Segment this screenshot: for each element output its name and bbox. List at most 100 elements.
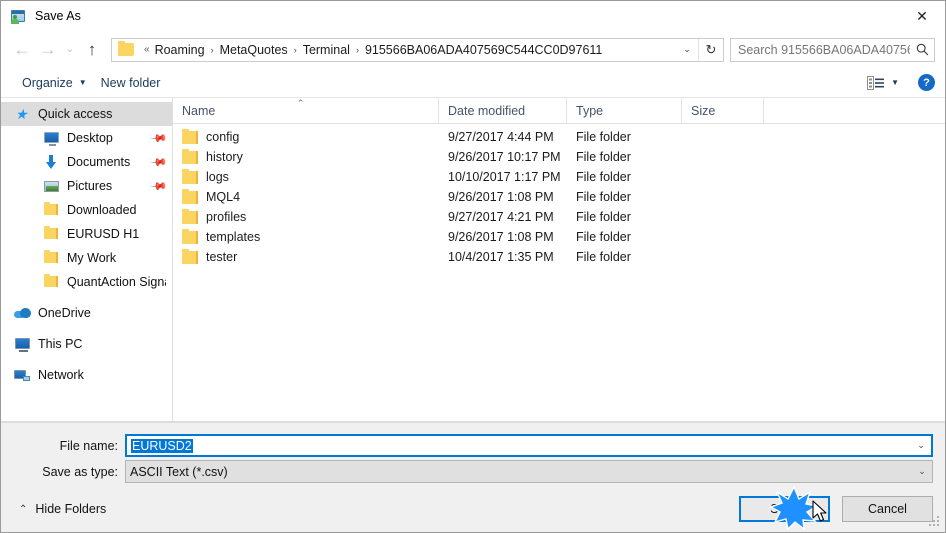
- chevron-right-icon: ›: [355, 44, 359, 55]
- file-date-cell: 10/10/2017 1:17 PM: [448, 170, 561, 184]
- sidebar-item-label: Pictures: [67, 179, 113, 193]
- dialog-body: ★ Quick access Desktop 📌 Documents 📌 Pic…: [1, 98, 945, 422]
- sidebar-item-label: This PC: [38, 337, 83, 351]
- sidebar-item-quantaction-signal[interactable]: QuantAction Signal: [1, 270, 172, 294]
- file-name-cell: config: [173, 128, 439, 144]
- close-icon[interactable]: ✕: [899, 1, 945, 31]
- chevron-right-icon: ›: [293, 44, 297, 55]
- search-box[interactable]: Search 915566BA06ADA40756...: [730, 37, 935, 62]
- save-button[interactable]: Save: [739, 496, 830, 522]
- help-button[interactable]: ?: [918, 74, 935, 91]
- sidebar-item-onedrive[interactable]: OneDrive: [1, 301, 172, 325]
- up-button[interactable]: ↑: [79, 37, 105, 63]
- table-row[interactable]: history 9/26/2017 10:17 PM File folder: [173, 147, 945, 167]
- chevron-up-icon: ⌃: [19, 503, 28, 515]
- file-name-label: File name:: [59, 438, 118, 453]
- file-name-label: config: [206, 130, 240, 144]
- pin-icon: 📌: [149, 177, 168, 196]
- breadcrumb-item-roaming[interactable]: Roaming: [155, 43, 205, 57]
- save-as-type-select[interactable]: ASCII Text (*.csv) ⌄: [125, 460, 933, 483]
- breadcrumb-item-instance[interactable]: 915566BA06ADA407569C544CC0D97611: [365, 43, 602, 57]
- save-form: File name: EURUSD2 ⌄ Save as type: ASCII…: [1, 422, 945, 486]
- recent-locations-button[interactable]: ⌄: [61, 37, 79, 63]
- onedrive-icon: [14, 305, 31, 321]
- column-header-size[interactable]: Size: [682, 98, 764, 123]
- hide-folders-button[interactable]: ⌃ Hide Folders: [11, 502, 106, 516]
- file-name-cell: templates: [173, 228, 439, 244]
- search-icon: [910, 43, 934, 56]
- chevron-down-icon[interactable]: ⌄: [676, 44, 698, 55]
- file-name-cell: MQL4: [173, 188, 439, 204]
- file-date-cell: 9/26/2017 1:08 PM: [448, 190, 554, 204]
- file-name-label: logs: [206, 170, 229, 184]
- file-type-cell: File folder: [576, 190, 631, 204]
- resize-grip[interactable]: [929, 516, 941, 528]
- refresh-icon[interactable]: ↻: [698, 38, 723, 61]
- sidebar-item-quick-access[interactable]: ★ Quick access: [1, 102, 172, 126]
- new-folder-label: New folder: [100, 75, 161, 90]
- chevron-down-icon[interactable]: ⌄: [912, 466, 932, 477]
- folder-icon: [43, 226, 60, 242]
- network-icon: [14, 367, 31, 383]
- title-bar: Save As ✕: [1, 1, 945, 31]
- folder-icon: [182, 248, 198, 264]
- sidebar-item-eurusd-h1[interactable]: EURUSD H1: [1, 222, 172, 246]
- view-mode-button[interactable]: ▼: [862, 72, 904, 94]
- search-input[interactable]: Search 915566BA06ADA40756...: [731, 43, 910, 57]
- forward-button[interactable]: →: [35, 37, 61, 63]
- sidebar-item-this-pc[interactable]: This PC: [1, 332, 172, 356]
- table-row[interactable]: templates 9/26/2017 1:08 PM File folder: [173, 227, 945, 247]
- column-header-label: Size: [691, 103, 716, 118]
- table-row[interactable]: profiles 9/27/2017 4:21 PM File folder: [173, 207, 945, 227]
- file-name-cell: tester: [173, 248, 439, 264]
- file-name-cell: profiles: [173, 208, 439, 224]
- file-name-cell: logs: [173, 168, 439, 184]
- breadcrumb-overflow-icon[interactable]: «: [144, 44, 150, 55]
- save-as-dialog: Save As ✕ ← → ⌄ ↑ « Roaming › MetaQuotes…: [0, 0, 946, 533]
- pin-icon: 📌: [149, 153, 168, 172]
- folder-icon: [182, 188, 198, 204]
- cancel-button[interactable]: Cancel: [842, 496, 933, 522]
- column-header-label: Date modified: [448, 103, 526, 118]
- column-headers: Name ⌃ Date modified Type Size: [173, 98, 945, 124]
- organize-button[interactable]: Organize ▼: [15, 72, 94, 94]
- sort-ascending-icon: ⌃: [297, 98, 305, 108]
- sidebar-item-pictures[interactable]: Pictures 📌: [1, 174, 172, 198]
- sidebar-item-label: Desktop: [67, 131, 113, 145]
- file-name-value-wrap: EURUSD2: [127, 438, 911, 453]
- file-name-input[interactable]: EURUSD2 ⌄: [125, 434, 933, 457]
- sidebar-item-label: OneDrive: [38, 306, 91, 320]
- address-bar[interactable]: « Roaming › MetaQuotes › Terminal › 9155…: [111, 37, 724, 62]
- file-date-cell: 9/27/2017 4:21 PM: [448, 210, 554, 224]
- chevron-down-icon[interactable]: ⌄: [911, 440, 931, 451]
- table-row[interactable]: config 9/27/2017 4:44 PM File folder: [173, 127, 945, 147]
- sidebar-item-network[interactable]: Network: [1, 363, 172, 387]
- file-name-label: history: [206, 150, 243, 164]
- folder-icon: [182, 208, 198, 224]
- new-folder-button[interactable]: New folder: [94, 72, 168, 94]
- folder-icon: [182, 228, 198, 244]
- table-row[interactable]: MQL4 9/26/2017 1:08 PM File folder: [173, 187, 945, 207]
- column-header-name[interactable]: Name ⌃: [173, 98, 439, 123]
- folder-icon: [43, 274, 60, 290]
- file-type-cell: File folder: [576, 130, 631, 144]
- table-row[interactable]: tester 10/4/2017 1:35 PM File folder: [173, 247, 945, 267]
- sidebar-item-label: Network: [38, 368, 84, 382]
- column-header-date-modified[interactable]: Date modified: [439, 98, 567, 123]
- table-row[interactable]: logs 10/10/2017 1:17 PM File folder: [173, 167, 945, 187]
- back-button[interactable]: ←: [9, 37, 35, 63]
- sidebar-item-my-work[interactable]: My Work: [1, 246, 172, 270]
- sidebar-item-desktop[interactable]: Desktop 📌: [1, 126, 172, 150]
- chevron-down-icon: ▼: [891, 78, 899, 87]
- sidebar-item-downloaded[interactable]: Downloaded: [1, 198, 172, 222]
- breadcrumb-item-terminal[interactable]: Terminal: [303, 43, 350, 57]
- breadcrumb-item-metaquotes[interactable]: MetaQuotes: [220, 43, 288, 57]
- folder-icon: [182, 128, 198, 144]
- navigation-bar: ← → ⌄ ↑ « Roaming › MetaQuotes › Termina…: [1, 31, 945, 68]
- sidebar-item-documents[interactable]: Documents 📌: [1, 150, 172, 174]
- hide-folders-label: Hide Folders: [35, 502, 107, 516]
- sidebar-divider: [1, 294, 172, 301]
- file-type-row: Save as type: ASCII Text (*.csv) ⌄: [1, 460, 945, 483]
- column-header-type[interactable]: Type: [567, 98, 682, 123]
- sidebar-item-label: Downloaded: [67, 203, 137, 217]
